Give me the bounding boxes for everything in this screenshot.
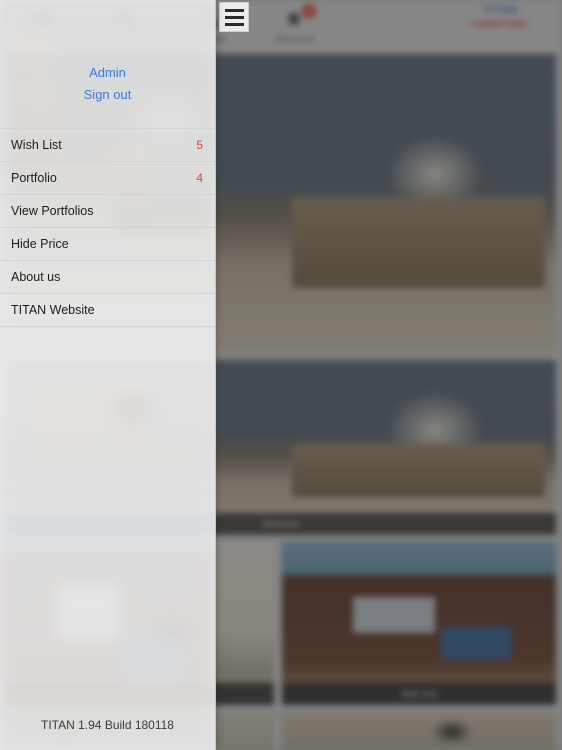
drawer-spacer xyxy=(0,327,215,718)
drawer-item-label: Wish List xyxy=(11,138,62,152)
drawer-item-portfolio[interactable]: Portfolio 4 xyxy=(0,162,215,195)
hamburger-bar xyxy=(224,22,244,26)
app-version-label: TITAN 1.94 Build 180118 xyxy=(41,718,174,732)
drawer-item-label: About us xyxy=(11,270,61,284)
drawer-item-wish-list[interactable]: Wish List 5 xyxy=(0,129,215,162)
hamburger-bar xyxy=(224,8,244,12)
account-section: Admin Sign out xyxy=(0,0,215,106)
admin-link[interactable]: Admin xyxy=(0,62,215,84)
drawer-item-count: 4 xyxy=(196,171,203,185)
hamburger-bar xyxy=(224,15,244,19)
side-drawer: Admin Sign out Wish List 5 Portfolio 4 V… xyxy=(0,0,216,750)
sign-out-link[interactable]: Sign out xyxy=(0,84,215,106)
hamburger-menu-button[interactable] xyxy=(219,2,249,32)
drawer-item-hide-price[interactable]: Hide Price xyxy=(0,228,215,261)
drawer-item-titan-website[interactable]: TITAN Website xyxy=(0,294,215,327)
drawer-item-label: Portfolio xyxy=(11,171,57,185)
drawer-item-about-us[interactable]: About us xyxy=(0,261,215,294)
drawer-item-view-portfolios[interactable]: View Portfolios xyxy=(0,195,215,228)
drawer-item-label: Hide Price xyxy=(11,237,69,251)
drawer-item-label: TITAN Website xyxy=(11,303,95,317)
drawer-menu-list: Wish List 5 Portfolio 4 View Portfolios … xyxy=(0,128,215,327)
app-root: Catalog Search Contact xyxy=(0,0,562,750)
drawer-item-count: 5 xyxy=(196,138,203,152)
drawer-item-label: View Portfolios xyxy=(11,204,94,218)
